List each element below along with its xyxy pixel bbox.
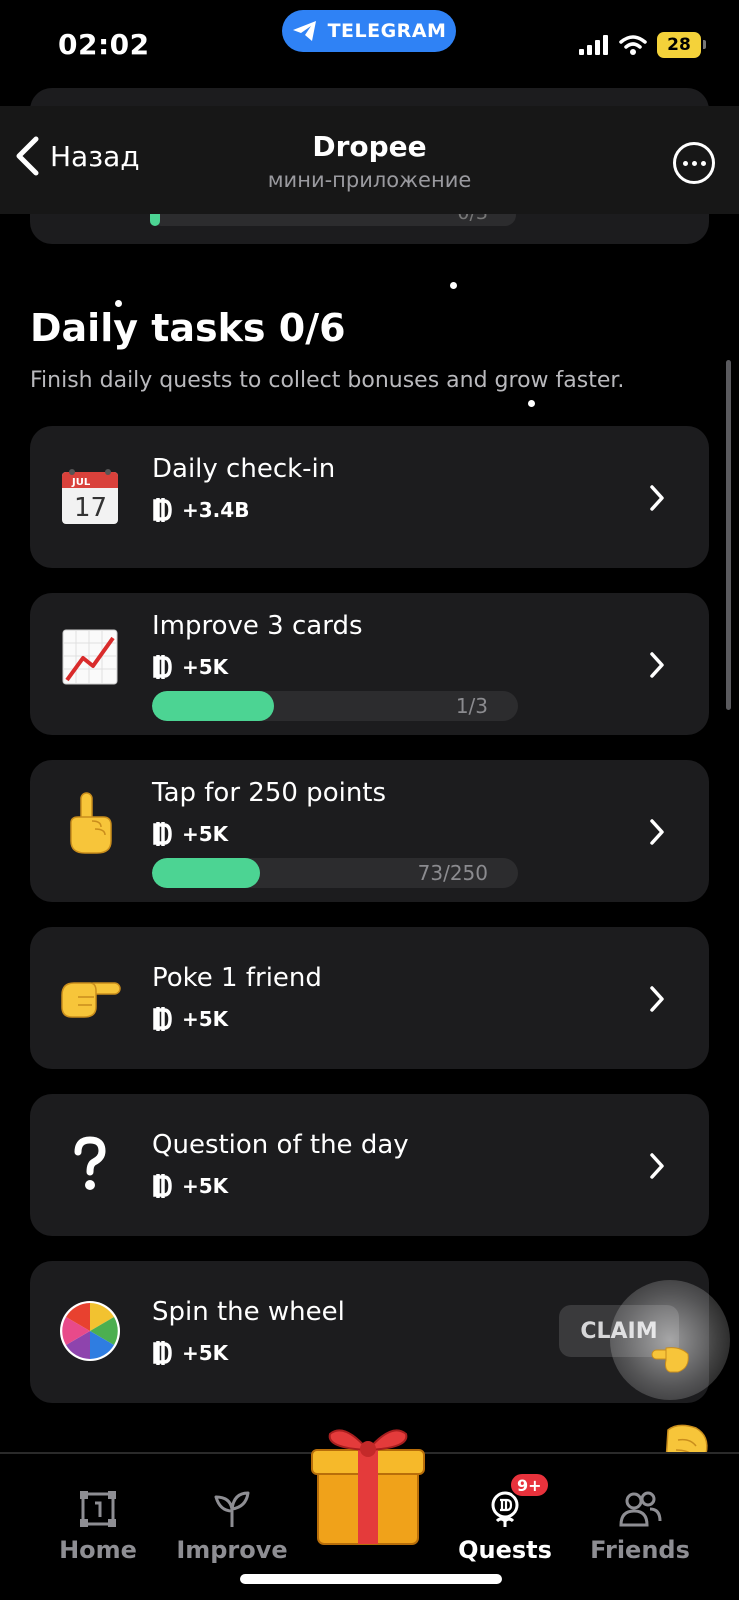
more-dot-icon (691, 160, 697, 166)
telegram-pill-label: TELEGRAM (327, 20, 447, 42)
task-name: Tap for 250 points (152, 778, 387, 808)
nav-home[interactable]: Home (38, 1488, 158, 1564)
svg-text:JUL: JUL (71, 477, 91, 488)
quests-icon: 9+ (445, 1472, 565, 1530)
question-mark-icon (58, 1130, 122, 1198)
dropee-coin-icon (153, 498, 172, 522)
nav-improve[interactable]: Improve (172, 1488, 292, 1564)
task-poke-1-friend[interactable]: Poke 1 friend +5K (30, 927, 709, 1069)
task-name: Poke 1 friend (152, 963, 322, 993)
task-reward-value: +5K (182, 822, 229, 846)
task-progress-text: 73/250 (417, 861, 488, 885)
pointing-up-icon (58, 790, 122, 858)
task-name: Daily check-in (152, 454, 336, 484)
signal-icon (579, 35, 608, 55)
color-wheel-icon (58, 1297, 122, 1365)
task-reward-value: +3.4B (182, 498, 250, 522)
task-spin-the-wheel[interactable]: Spin the wheel +5K CLAIM (30, 1261, 709, 1403)
gift-icon (311, 1429, 425, 1545)
task-progress-bar: 1/3 (152, 691, 518, 721)
sprout-icon (172, 1488, 292, 1530)
more-dot-icon (700, 160, 706, 166)
svg-text:17: 17 (74, 493, 107, 523)
chevron-right-icon (650, 986, 664, 1012)
chevron-right-icon (650, 652, 664, 678)
star-decoration (450, 282, 457, 289)
task-progress-bar: 73/250 (152, 858, 518, 888)
section-subtitle: Finish daily quests to collect bonuses a… (30, 368, 625, 393)
app-subtitle: мини-приложение (267, 168, 472, 192)
task-reward: +5K (152, 1005, 228, 1033)
task-reward-value: +5K (182, 1174, 229, 1198)
chevron-right-icon (650, 819, 664, 845)
calendar-icon: JUL 17 (58, 462, 122, 530)
task-reward-value: +5K (182, 1007, 229, 1031)
nav-friends[interactable]: Friends (580, 1488, 700, 1564)
nav-label: Friends (590, 1536, 690, 1564)
battery-indicator: 28 (657, 32, 706, 58)
task-reward: +5K (152, 1172, 228, 1200)
mini-app-header: Назад Dropee мини-приложение (0, 106, 739, 214)
task-reward: +5K (152, 1339, 228, 1367)
home-icon (38, 1488, 158, 1530)
task-tap-for-250-points[interactable]: Tap for 250 points +5K 73/250 (30, 760, 709, 902)
nav-quests[interactable]: 9+ Quests (445, 1472, 565, 1564)
task-reward: +5K (152, 820, 228, 848)
task-progress-fill (152, 691, 274, 721)
nav-label: Quests (458, 1536, 552, 1564)
chart-increasing-icon (58, 623, 122, 691)
dropee-coin-icon (153, 1341, 172, 1365)
telegram-pill[interactable]: TELEGRAM (282, 10, 456, 52)
star-decoration (528, 400, 535, 407)
app-title: Dropee (312, 130, 427, 163)
dropee-coin-icon (153, 1007, 172, 1031)
dropee-coin-icon (153, 822, 172, 846)
task-question-of-the-day[interactable]: Question of the day +5K (30, 1094, 709, 1236)
home-indicator (240, 1574, 502, 1584)
more-options-button[interactable] (673, 142, 715, 184)
task-reward: +3.4B (152, 496, 249, 524)
friends-icon (580, 1488, 700, 1530)
status-icons: 28 (579, 32, 706, 58)
chevron-right-icon (650, 485, 664, 511)
scrollbar[interactable] (726, 360, 731, 710)
tap-hand-icon (651, 1347, 689, 1373)
task-reward: +5K (152, 653, 228, 681)
task-name: Question of the day (152, 1130, 409, 1160)
nav-label: Home (59, 1536, 137, 1564)
task-progress-fill (152, 858, 260, 888)
gift-box-button[interactable] (308, 1420, 428, 1552)
more-dot-icon (682, 160, 688, 166)
task-progress-text: 1/3 (455, 694, 488, 718)
dropee-coin-icon (153, 1174, 172, 1198)
pointing-right-icon (58, 963, 122, 1031)
task-reward-value: +5K (182, 655, 229, 679)
status-bar: 02:02 TELEGRAM 28 (0, 0, 739, 90)
dropee-coin-icon (153, 655, 172, 679)
task-reward-value: +5K (182, 1341, 229, 1365)
task-name: Spin the wheel (152, 1297, 345, 1327)
telegram-icon (292, 21, 316, 41)
quests-badge: 9+ (509, 1472, 550, 1498)
wifi-icon (619, 35, 647, 55)
section-title: Daily tasks 0/6 (30, 306, 346, 350)
nav-label: Improve (176, 1536, 288, 1564)
task-improve-3-cards[interactable]: Improve 3 cards +5K 1/3 (30, 593, 709, 735)
status-time: 02:02 (58, 28, 150, 61)
task-name: Improve 3 cards (152, 611, 363, 641)
chevron-right-icon (650, 1153, 664, 1179)
task-daily-check-in[interactable]: JUL 17 Daily check-in +3.4B (30, 426, 709, 568)
